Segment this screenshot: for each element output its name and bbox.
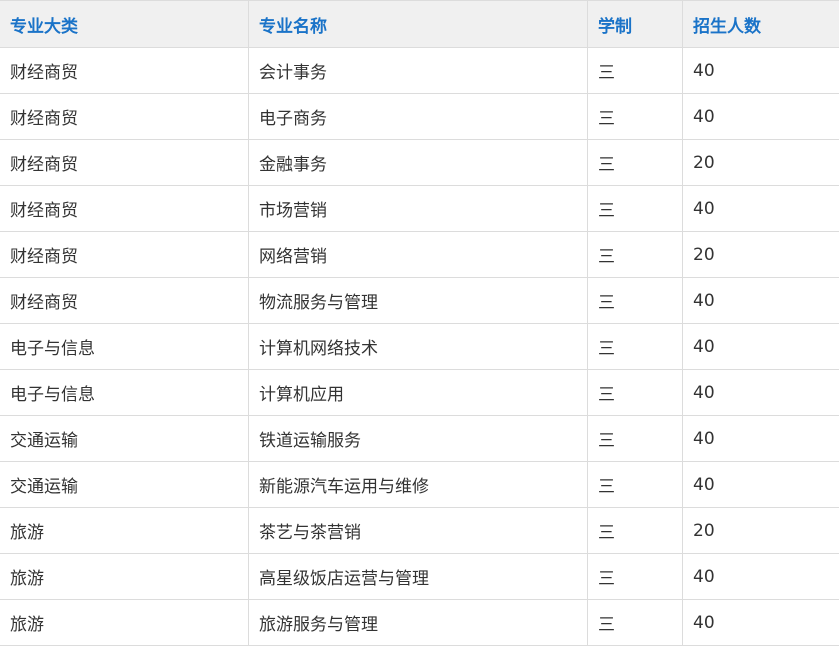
cell-major: 计算机应用 — [249, 370, 588, 416]
header-row: 专业大类 专业名称 学制 招生人数 — [0, 1, 839, 48]
header-major: 专业名称 — [249, 1, 588, 48]
cell-duration: 三 — [588, 94, 683, 140]
cell-category: 旅游 — [0, 508, 249, 554]
cell-category: 财经商贸 — [0, 140, 249, 186]
cell-enrollment: 40 — [683, 324, 839, 370]
cell-duration: 三 — [588, 140, 683, 186]
table-row: 财经商贸 网络营销 三 20 — [0, 232, 839, 278]
header-enrollment: 招生人数 — [683, 1, 839, 48]
cell-duration: 三 — [588, 278, 683, 324]
cell-enrollment: 20 — [683, 140, 839, 186]
cell-category: 财经商贸 — [0, 278, 249, 324]
cell-enrollment: 40 — [683, 600, 839, 646]
table-row: 旅游 高星级饭店运营与管理 三 40 — [0, 554, 839, 600]
cell-major: 物流服务与管理 — [249, 278, 588, 324]
table-row: 财经商贸 电子商务 三 40 — [0, 94, 839, 140]
table-row: 财经商贸 金融事务 三 20 — [0, 140, 839, 186]
cell-major: 网络营销 — [249, 232, 588, 278]
table-row: 电子与信息 计算机网络技术 三 40 — [0, 324, 839, 370]
table-row: 财经商贸 会计事务 三 40 — [0, 48, 839, 94]
cell-category: 旅游 — [0, 554, 249, 600]
cell-major: 新能源汽车运用与维修 — [249, 462, 588, 508]
cell-duration: 三 — [588, 600, 683, 646]
cell-duration: 三 — [588, 554, 683, 600]
cell-enrollment: 40 — [683, 462, 839, 508]
cell-category: 财经商贸 — [0, 232, 249, 278]
table-body: 财经商贸 会计事务 三 40 财经商贸 电子商务 三 40 财经商贸 金融事务 … — [0, 48, 839, 646]
cell-category: 财经商贸 — [0, 94, 249, 140]
cell-major: 会计事务 — [249, 48, 588, 94]
cell-enrollment: 40 — [683, 94, 839, 140]
cell-major: 市场营销 — [249, 186, 588, 232]
cell-category: 电子与信息 — [0, 324, 249, 370]
table-row: 电子与信息 计算机应用 三 40 — [0, 370, 839, 416]
cell-category: 交通运输 — [0, 416, 249, 462]
cell-enrollment: 40 — [683, 48, 839, 94]
cell-major: 旅游服务与管理 — [249, 600, 588, 646]
table-row: 旅游 旅游服务与管理 三 40 — [0, 600, 839, 646]
cell-category: 电子与信息 — [0, 370, 249, 416]
cell-enrollment: 40 — [683, 370, 839, 416]
cell-major: 茶艺与茶营销 — [249, 508, 588, 554]
cell-major: 计算机网络技术 — [249, 324, 588, 370]
cell-category: 旅游 — [0, 600, 249, 646]
cell-category: 财经商贸 — [0, 186, 249, 232]
cell-major: 金融事务 — [249, 140, 588, 186]
cell-duration: 三 — [588, 186, 683, 232]
cell-duration: 三 — [588, 462, 683, 508]
cell-duration: 三 — [588, 232, 683, 278]
table-row: 旅游 茶艺与茶营销 三 20 — [0, 508, 839, 554]
cell-major: 铁道运输服务 — [249, 416, 588, 462]
table-row: 交通运输 新能源汽车运用与维修 三 40 — [0, 462, 839, 508]
cell-category: 交通运输 — [0, 462, 249, 508]
majors-table: 专业大类 专业名称 学制 招生人数 财经商贸 会计事务 三 40 财经商贸 电子… — [0, 0, 839, 646]
table-row: 财经商贸 市场营销 三 40 — [0, 186, 839, 232]
header-duration: 学制 — [588, 1, 683, 48]
cell-major: 电子商务 — [249, 94, 588, 140]
cell-duration: 三 — [588, 370, 683, 416]
cell-enrollment: 40 — [683, 278, 839, 324]
table-row: 财经商贸 物流服务与管理 三 40 — [0, 278, 839, 324]
cell-duration: 三 — [588, 508, 683, 554]
cell-enrollment: 40 — [683, 416, 839, 462]
cell-duration: 三 — [588, 416, 683, 462]
cell-category: 财经商贸 — [0, 48, 249, 94]
table-header: 专业大类 专业名称 学制 招生人数 — [0, 1, 839, 48]
cell-duration: 三 — [588, 48, 683, 94]
cell-major: 高星级饭店运营与管理 — [249, 554, 588, 600]
cell-enrollment: 40 — [683, 186, 839, 232]
cell-enrollment: 20 — [683, 232, 839, 278]
table-row: 交通运输 铁道运输服务 三 40 — [0, 416, 839, 462]
header-category: 专业大类 — [0, 1, 249, 48]
cell-duration: 三 — [588, 324, 683, 370]
cell-enrollment: 20 — [683, 508, 839, 554]
cell-enrollment: 40 — [683, 554, 839, 600]
